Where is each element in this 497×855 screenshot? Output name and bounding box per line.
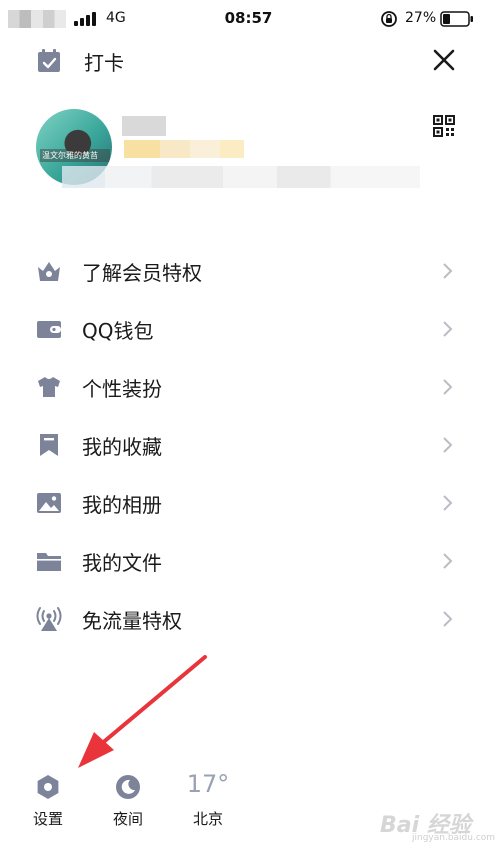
battery-percentage: 27% (405, 10, 437, 26)
chevron-right-icon (443, 495, 453, 511)
city-label: 北京 (192, 810, 223, 828)
watermark-url: jingyan.baidu.com (412, 833, 496, 843)
checkin-label: 打卡 (84, 51, 124, 75)
vip-crown-icon (38, 262, 60, 281)
menu-label: 个性装扮 (82, 377, 162, 401)
nickname-blurred (122, 116, 166, 136)
menu-label: QQ钱包 (82, 319, 154, 343)
chevron-right-icon (443, 263, 453, 279)
menu-item-favorites[interactable]: 我的收藏 (0, 416, 497, 474)
chevron-right-icon (443, 321, 453, 337)
weather-widget[interactable]: 17° 北京 (178, 770, 238, 832)
signature-blurred (62, 166, 420, 188)
baidu-watermark: Bai 经验 jingyan.baidu.com (380, 803, 495, 843)
menu-item-vip[interactable]: 了解会员特权 (0, 242, 497, 300)
level-badges-blurred (124, 140, 244, 158)
rotation-lock-icon (381, 11, 397, 27)
calendar-check-icon (38, 49, 60, 72)
menu-item-dress-up[interactable]: 个性装扮 (0, 358, 497, 416)
menu-item-album[interactable]: 我的相册 (0, 474, 497, 532)
chevron-right-icon (443, 379, 453, 395)
battery-icon (440, 11, 473, 27)
menu-label: 我的相册 (82, 493, 162, 517)
chevron-right-icon (443, 437, 453, 453)
bookmark-icon (40, 434, 58, 456)
qr-code-icon[interactable] (433, 115, 455, 137)
close-icon[interactable] (430, 46, 458, 74)
chevron-right-icon (443, 611, 453, 627)
wallet-icon (37, 321, 61, 338)
chevron-right-icon (443, 553, 453, 569)
shirt-icon (38, 377, 60, 397)
settings-button[interactable]: 设置 (18, 770, 78, 832)
photo-icon (37, 493, 61, 513)
night-mode-button[interactable]: 夜间 (98, 770, 158, 832)
folder-icon (37, 553, 61, 571)
menu-label: 免流量特权 (82, 609, 182, 633)
menu-label: 我的文件 (82, 551, 162, 575)
avatar-caption: 温文尔雅的黄苔 (40, 149, 110, 162)
signal-tower-icon (36, 607, 62, 631)
status-bar: 4G 08:57 27% (0, 0, 497, 38)
gear-icon (37, 775, 59, 799)
menu-item-wallet[interactable]: QQ钱包 (0, 300, 497, 358)
menu-label: 了解会员特权 (82, 261, 202, 285)
settings-label: 设置 (32, 810, 63, 828)
menu-item-free-data[interactable]: 免流量特权 (0, 590, 497, 648)
menu-label: 我的收藏 (82, 435, 162, 459)
menu-item-files[interactable]: 我的文件 (0, 532, 497, 590)
night-mode-label: 夜间 (112, 810, 143, 828)
moon-icon (116, 775, 140, 799)
temperature: 17° (186, 770, 230, 798)
